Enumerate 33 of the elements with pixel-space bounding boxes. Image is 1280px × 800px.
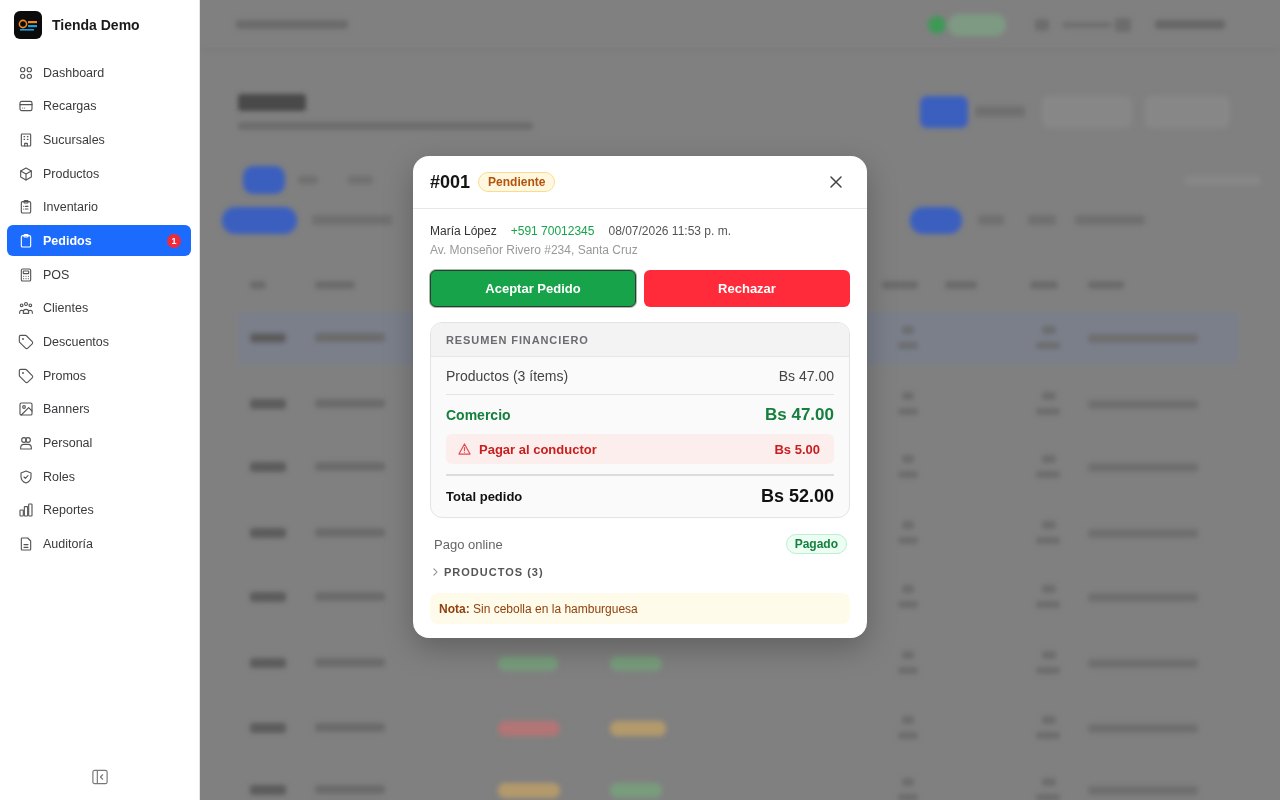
sidebar-collapse-icon[interactable]	[91, 769, 108, 785]
image-icon	[18, 401, 34, 418]
shield-check-icon	[18, 468, 34, 485]
bar-chart-icon	[18, 502, 34, 519]
sidebar-item[interactable]: Clientes	[7, 292, 191, 324]
clipboard-icon	[18, 232, 34, 249]
building-icon	[18, 131, 34, 148]
sidebar-item[interactable]: Personal	[7, 427, 191, 459]
sidebar-item[interactable]: Pedidos 1	[7, 225, 191, 257]
sidebar-item[interactable]: Banners	[7, 393, 191, 425]
cube-icon	[18, 165, 34, 182]
clipboard-list-icon	[18, 199, 34, 216]
tag-icon	[18, 367, 34, 384]
store-name: Tienda Demo	[52, 16, 140, 33]
sidebar-item[interactable]: Descuentos	[7, 326, 191, 358]
sidebar-item[interactable]: Recargas	[7, 90, 191, 122]
people-icon	[18, 435, 34, 452]
count-badge: 1	[167, 233, 181, 248]
calculator-icon	[18, 266, 34, 283]
sidebar-item[interactable]: Auditoría	[7, 528, 191, 560]
circles-grid-icon	[18, 64, 34, 81]
sidebar-item[interactable]: Productos	[7, 158, 191, 190]
store-logo-icon	[14, 10, 42, 39]
sidebar-item[interactable]: Roles	[7, 461, 191, 493]
users-icon	[18, 300, 34, 317]
sidebar-item[interactable]: Inventario	[7, 191, 191, 223]
tag-icon	[18, 334, 34, 350]
document-icon	[18, 536, 34, 553]
sidebar-item[interactable]: Sucursales	[7, 124, 191, 156]
sidebar-item[interactable]: Promos	[7, 360, 191, 392]
sidebar-item[interactable]: Dashboard	[7, 57, 191, 88]
sidebar-item[interactable]: Reportes	[7, 494, 191, 526]
sidebar-item[interactable]: POS	[7, 259, 191, 291]
